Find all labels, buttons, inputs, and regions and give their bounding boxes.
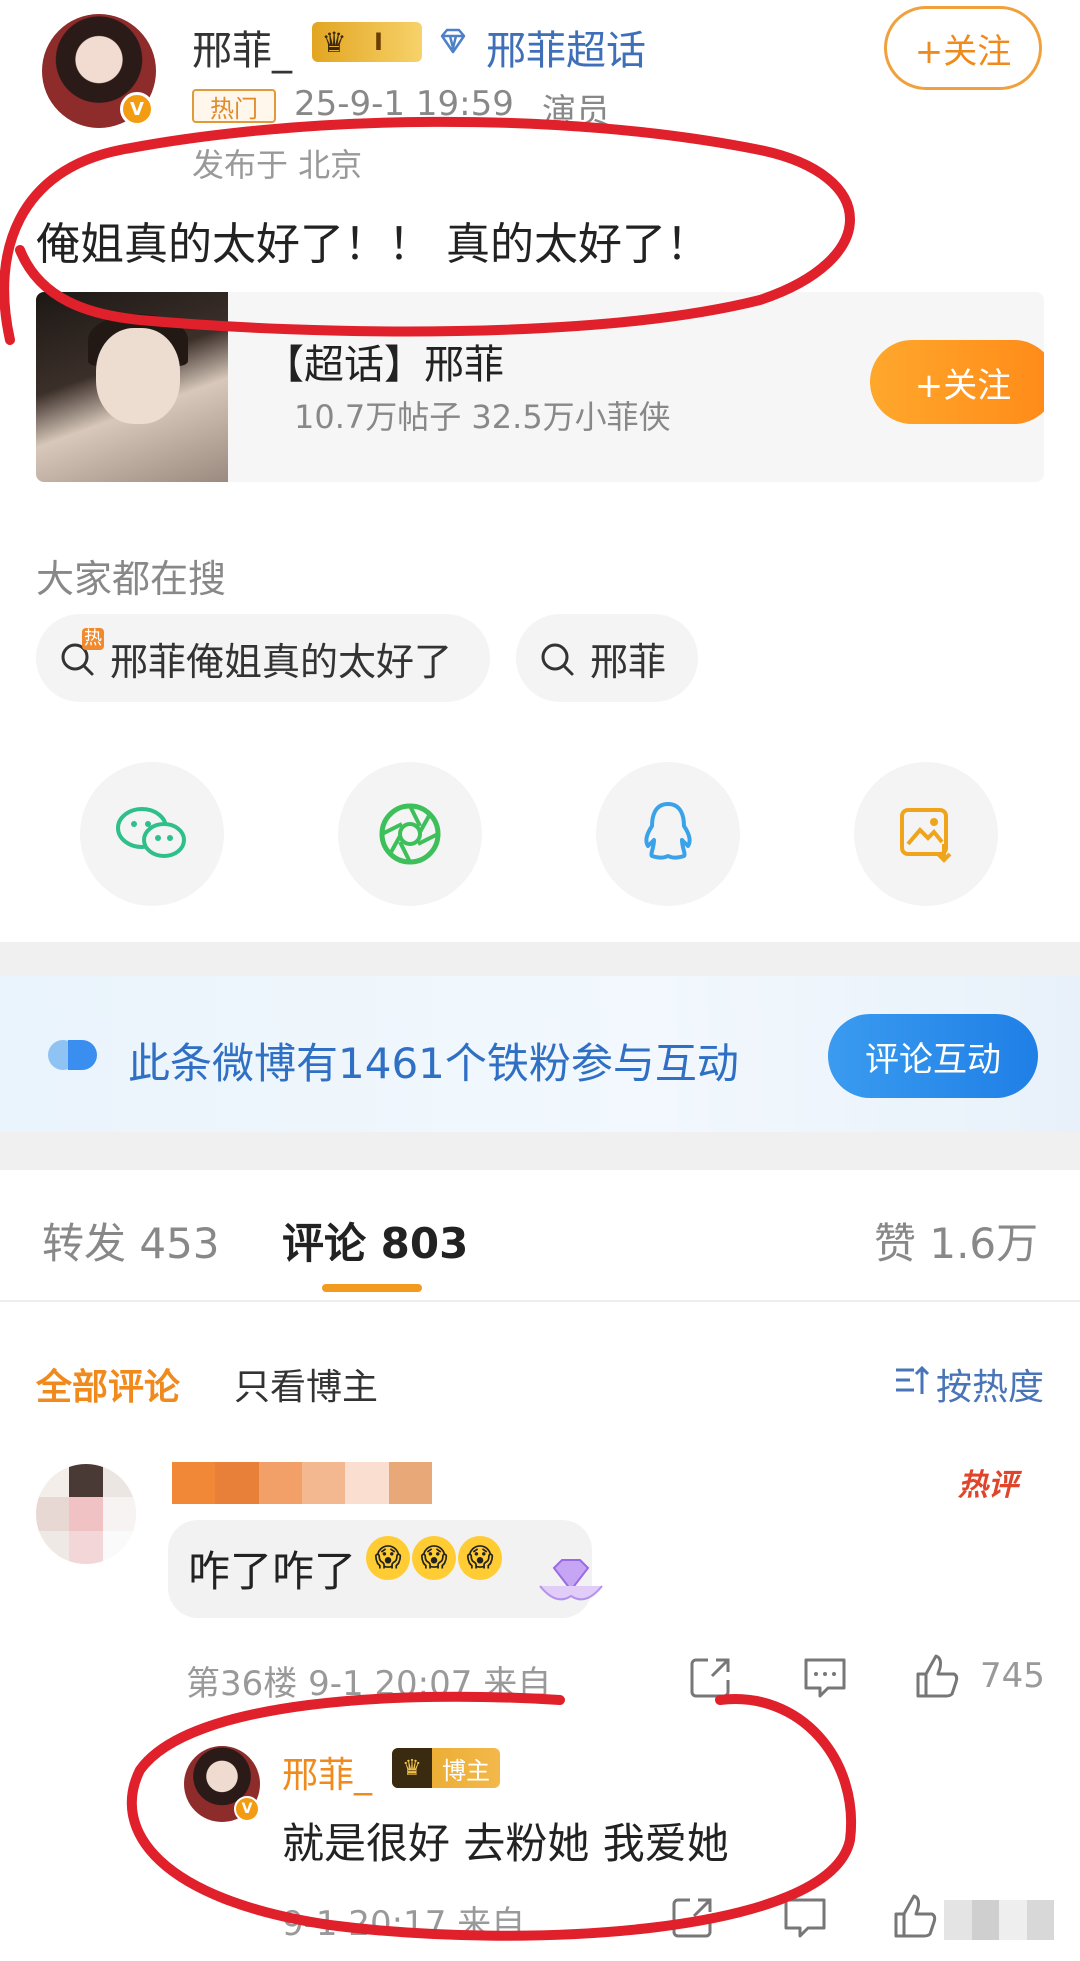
follow-button[interactable]: +关注 <box>884 6 1042 90</box>
post-time: 25-9-1 19:59 <box>294 84 514 124</box>
reply-author-name[interactable]: 邢菲_ <box>282 1746 372 1798</box>
moments-icon <box>379 803 441 865</box>
filter-all-comments[interactable]: 全部评论 <box>36 1358 180 1410</box>
member-level-badge[interactable]: ♛ I <box>312 22 422 62</box>
emoji-icon: 😱 <box>458 1536 502 1580</box>
author-role: 演员 <box>542 92 610 132</box>
blogger-badge: ♛ 博主 <box>392 1748 500 1788</box>
verified-badge: V <box>234 1796 260 1822</box>
emoji-icon: 😱 <box>366 1536 410 1580</box>
super-topic-link[interactable]: 邢菲超话 <box>486 18 646 76</box>
topic-follow-button[interactable]: +关注 <box>870 340 1044 424</box>
gem-badge-icon <box>539 1559 603 1601</box>
hot-tag: 热门 <box>192 89 276 123</box>
search-suggestion-2[interactable]: 邢菲 <box>516 614 698 702</box>
comment-text: 咋了咋了 <box>188 1547 357 1596</box>
share-wechat-button[interactable] <box>80 762 224 906</box>
commenter-avatar[interactable] <box>36 1464 136 1564</box>
super-topic-card[interactable]: 【超话】邢菲 10.7万帖子 32.5万小菲侠 +关注 <box>36 292 1044 482</box>
search-icon <box>538 638 578 678</box>
sort-by-hot[interactable]: 按热度 <box>936 1358 1044 1410</box>
emoji-icon: 😱 <box>412 1536 456 1580</box>
commenter-name-blurred <box>172 1462 432 1504</box>
tabs-divider <box>0 1300 1080 1302</box>
diamond-icon <box>436 24 470 58</box>
topic-stats: 10.7万帖子 32.5万小菲侠 <box>294 398 671 436</box>
share-icon[interactable] <box>668 1892 718 1942</box>
save-image-button[interactable] <box>854 762 998 906</box>
reply-icon[interactable] <box>800 1652 850 1702</box>
hot-comment-label: 热评 <box>958 1468 1018 1503</box>
wechat-icon <box>116 807 186 858</box>
hot-search-icon: 热 <box>58 628 104 678</box>
search-suggestion-label: 邢菲俺姐真的太好了 <box>110 639 453 684</box>
section-divider <box>0 1132 1080 1170</box>
topic-thumbnail <box>36 292 228 482</box>
search-heading: 大家都在搜 <box>36 557 227 601</box>
share-moments-button[interactable] <box>338 762 482 906</box>
blogger-badge-label: 博主 <box>442 1756 490 1785</box>
topic-title: 【超话】邢菲 <box>264 342 504 388</box>
like-icon[interactable] <box>890 1892 940 1942</box>
tab-comment[interactable]: 评论 803 <box>282 1210 468 1271</box>
crown-icon: ♛ <box>392 1748 432 1788</box>
active-tab-indicator <box>322 1284 422 1292</box>
fans-banner-text: 此条微博有1461个铁粉参与互动 <box>128 1039 739 1088</box>
author-name[interactable]: 邢菲_ <box>192 18 292 76</box>
share-icon[interactable] <box>686 1652 736 1702</box>
crown-icon: ♛ <box>321 25 347 59</box>
like-icon[interactable] <box>912 1652 962 1702</box>
comment-meta: 第36楼 9-1 20:07 来自 <box>186 1664 552 1704</box>
hot-mini-badge: 热 <box>82 628 104 650</box>
tab-like[interactable]: 赞 1.6万 <box>874 1210 1038 1271</box>
sort-icon[interactable] <box>892 1360 932 1400</box>
level-label: I <box>374 28 383 56</box>
tab-repost[interactable]: 转发 453 <box>42 1210 220 1271</box>
verified-badge: V <box>120 92 154 126</box>
fans-arrow-icon <box>48 1040 97 1070</box>
save-image-icon <box>900 808 952 863</box>
qq-icon <box>644 802 692 860</box>
reply-text: 就是很好 去粉她 我爱她 <box>282 1819 729 1868</box>
section-divider <box>0 942 1080 976</box>
post-text: 俺姐真的太好了！！ 真的太好了！ <box>36 219 710 270</box>
share-qq-button[interactable] <box>596 762 740 906</box>
filter-owner-only[interactable]: 只看博主 <box>234 1358 378 1410</box>
reply-like-count-blurred <box>944 1900 1054 1940</box>
like-count: 745 <box>980 1656 1045 1696</box>
comment-interact-button[interactable]: 评论互动 <box>828 1014 1038 1098</box>
search-suggestion-label: 邢菲 <box>590 639 667 684</box>
reply-icon[interactable] <box>780 1892 830 1942</box>
reply-meta: 9-1 20:17 来自... <box>282 1904 558 1944</box>
post-location: 发布于 北京 <box>192 146 363 184</box>
search-suggestion-1[interactable]: 热 邢菲俺姐真的太好了 <box>36 614 490 702</box>
